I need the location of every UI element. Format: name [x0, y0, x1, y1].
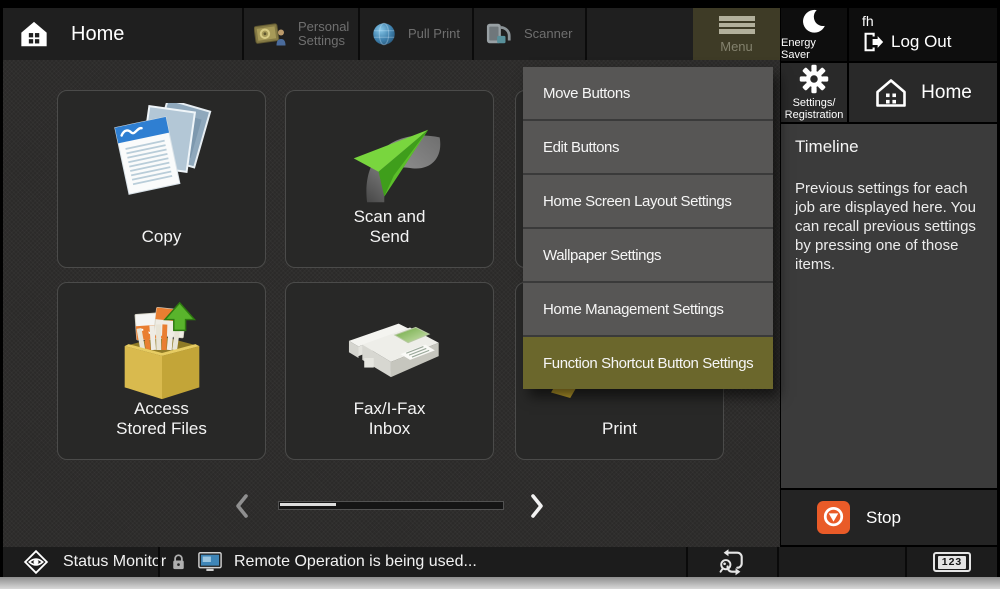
- divider: [242, 8, 244, 60]
- nav-button-label: Personal Settings: [298, 20, 349, 48]
- tile-label: Fax/I-Fax Inbox: [286, 399, 493, 439]
- divider: [777, 547, 779, 577]
- logout-label: Log Out: [891, 32, 952, 52]
- tile-label: Access Stored Files: [58, 399, 265, 439]
- logout-icon: [862, 31, 884, 53]
- home-outline-icon: [874, 76, 908, 110]
- remote-message: Remote Operation is being used...: [234, 553, 477, 571]
- tile-label: Copy: [58, 227, 265, 247]
- menu-button[interactable]: Menu: [693, 8, 780, 60]
- menu-item-home-screen-layout-settings[interactable]: Home Screen Layout Settings: [523, 175, 773, 229]
- page-next-button[interactable]: [527, 492, 549, 520]
- remote-status: Remote Operation is being used...: [171, 547, 477, 577]
- divider: [585, 8, 587, 60]
- menu-item-edit-buttons[interactable]: Edit Buttons: [523, 121, 773, 175]
- timeline-description: Previous settings for each job are displ…: [795, 179, 985, 274]
- menu-item-function-shortcut-button-settings[interactable]: Function Shortcut Button Settings: [523, 337, 773, 389]
- timeline-panel: Timeline Previous settings for each job …: [781, 124, 997, 488]
- menu-dropdown: Move Buttons Edit Buttons Home Screen La…: [523, 67, 773, 389]
- home-button-label: Home: [921, 82, 972, 104]
- home-tab-label: Home: [71, 23, 124, 46]
- divider: [358, 8, 360, 60]
- home-button[interactable]: Home: [849, 63, 997, 122]
- nav-button-pull-print[interactable]: Pull Print: [370, 8, 470, 60]
- menu-item-wallpaper-settings[interactable]: Wallpaper Settings: [523, 229, 773, 283]
- username-label: fh: [862, 13, 997, 29]
- gear-icon: [799, 64, 829, 94]
- hamburger-icon: [719, 14, 755, 36]
- nav-button-personal-settings[interactable]: Personal Settings: [254, 8, 356, 60]
- lock-icon: [171, 553, 186, 571]
- fax-inbox-icon: [325, 295, 455, 400]
- remote-desktop-icon: [198, 552, 222, 572]
- stop-panel: Stop: [781, 490, 997, 545]
- moon-icon: [801, 8, 827, 34]
- scan-and-send-icon: [330, 103, 450, 208]
- pull-print-icon: [370, 20, 398, 48]
- status-bar: Status Monitor Remote Operation is being…: [3, 547, 997, 577]
- timeline-title: Timeline: [795, 137, 983, 157]
- device-bezel: [0, 577, 1000, 589]
- chevron-left-icon: [232, 492, 252, 520]
- status-monitor-button[interactable]: Status Monitor: [21, 547, 166, 577]
- page-prev-button[interactable]: [232, 492, 254, 520]
- settings-registration-label: Settings/ Registration: [785, 97, 844, 121]
- page-progress-fill: [280, 503, 336, 506]
- energy-saver-button[interactable]: Energy Saver: [781, 8, 847, 61]
- menu-item-home-management-settings[interactable]: Home Management Settings: [523, 283, 773, 337]
- home-icon: [19, 19, 49, 49]
- tile-access-stored-files[interactable]: Access Stored Files: [57, 282, 266, 460]
- remote-rotate-button[interactable]: [717, 547, 747, 577]
- nav-button-scanner[interactable]: Scanner: [484, 8, 582, 60]
- divider: [158, 547, 160, 577]
- copy-icon: [103, 103, 221, 208]
- stop-button-label: Stop: [866, 508, 901, 528]
- energy-saver-label: Energy Saver: [781, 37, 847, 61]
- tile-fax-ifax-inbox[interactable]: Fax/I-Fax Inbox: [285, 282, 494, 460]
- tile-label: Scan and Send: [286, 207, 493, 247]
- tile-scan-and-send[interactable]: Scan and Send: [285, 90, 494, 268]
- home-tab[interactable]: Home: [3, 8, 242, 60]
- settings-registration-button[interactable]: Settings/ Registration: [781, 63, 847, 122]
- scanner-icon: [484, 21, 514, 47]
- numeric-keypad-button[interactable]: 123: [933, 552, 971, 572]
- divider: [686, 547, 688, 577]
- logout-button[interactable]: fh Log Out: [849, 8, 997, 61]
- menu-item-move-buttons[interactable]: Move Buttons: [523, 67, 773, 121]
- status-monitor-label: Status Monitor: [63, 553, 166, 571]
- top-bar: Home Personal Settings Pull Print Scanne…: [3, 8, 780, 60]
- tile-label: Print: [516, 419, 723, 439]
- divider: [905, 547, 907, 577]
- nav-button-label: Pull Print: [408, 27, 460, 41]
- nav-button-label: Scanner: [524, 27, 572, 41]
- menu-button-label: Menu: [720, 39, 753, 54]
- personal-settings-icon: [254, 19, 288, 49]
- stop-button[interactable]: Stop: [817, 501, 901, 534]
- page-progress-bar[interactable]: [278, 501, 504, 510]
- chevron-right-icon: [527, 492, 547, 520]
- access-stored-files-icon: [102, 295, 222, 405]
- divider: [472, 8, 474, 60]
- status-monitor-icon: [21, 547, 51, 577]
- tile-copy[interactable]: Copy: [57, 90, 266, 268]
- stop-icon: [817, 501, 850, 534]
- numeric-keypad-label: 123: [938, 556, 967, 569]
- device-screen: Home Personal Settings Pull Print Scanne…: [0, 0, 1000, 589]
- rotate-bubbles-icon: [717, 547, 747, 577]
